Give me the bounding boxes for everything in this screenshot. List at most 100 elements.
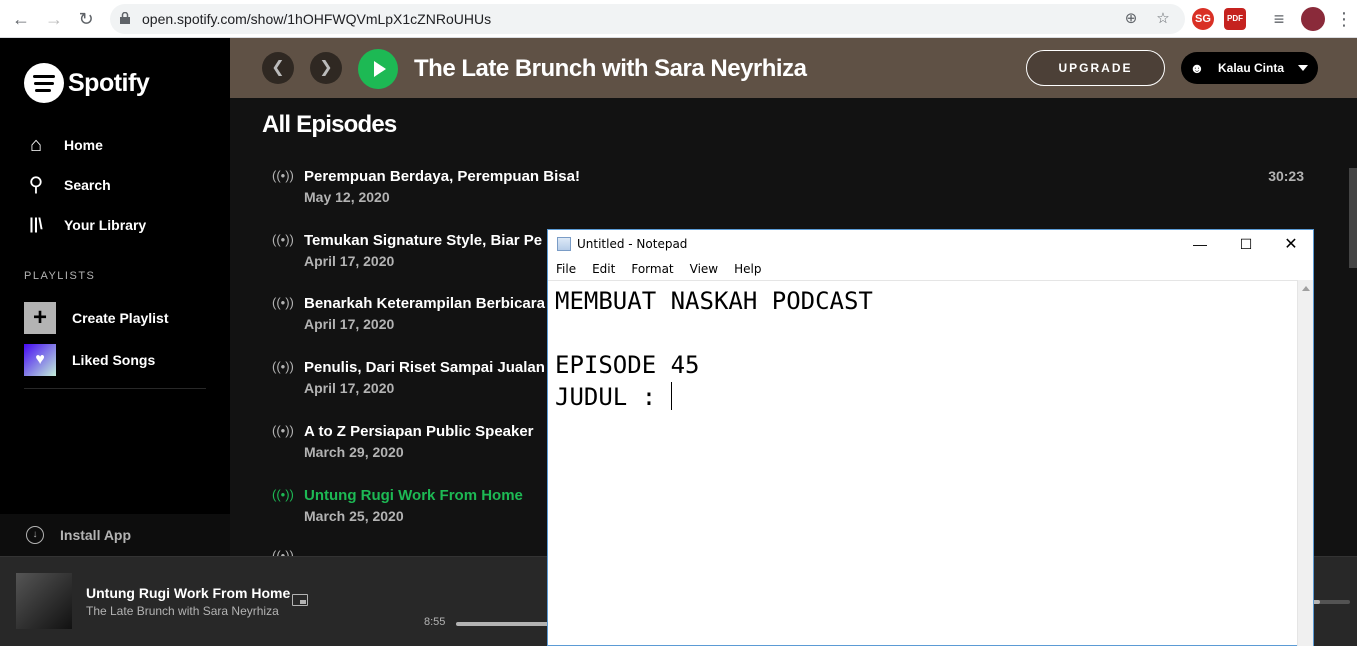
install-plus-icon[interactable]: ⊕ — [1121, 9, 1141, 29]
text-line-current: JUDUL : — [555, 381, 1291, 413]
notepad-app-icon — [557, 237, 571, 251]
nav-home-label: Home — [64, 137, 103, 153]
top-bar: ❮ ❯ The Late Brunch with Sara Neyrhiza U… — [230, 38, 1357, 98]
now-playing-show[interactable]: The Late Brunch with Sara Neyrhiza — [86, 604, 279, 618]
back-button[interactable]: ❮ — [262, 52, 294, 84]
bookmark-star-icon[interactable]: ☆ — [1153, 9, 1173, 29]
nav-library-label: Your Library — [64, 217, 147, 233]
home-icon: ⌂ — [29, 134, 43, 156]
notepad-menubar: File Edit Format View Help — [548, 259, 1313, 279]
user-name: Kalau Cinta — [1218, 61, 1285, 75]
episode-date: May 12, 2020 — [304, 189, 390, 205]
chevron-left-icon: ❮ — [271, 59, 285, 76]
episode-title[interactable]: Benarkah Keterampilan Berbicara — [304, 295, 545, 312]
heart-icon: ♥ — [24, 344, 56, 376]
now-playing-title[interactable]: Untung Rugi Work From Home — [86, 585, 290, 601]
picture-in-picture-icon[interactable] — [292, 594, 308, 606]
media-queue-icon[interactable]: ≡ — [1268, 8, 1290, 30]
menu-format[interactable]: Format — [623, 259, 681, 279]
create-playlist-label: Create Playlist — [72, 310, 169, 326]
episode-duration: 30:23 — [1268, 168, 1304, 184]
spotify-logo[interactable]: Spotify — [24, 63, 150, 103]
broadcast-icon: ((•)) — [272, 232, 294, 247]
playlists-heading: PLAYLISTS — [24, 270, 96, 282]
play-button[interactable] — [358, 49, 398, 89]
episode-date: April 17, 2020 — [304, 380, 395, 396]
text-line: EPISODE 45 — [555, 351, 700, 379]
scrollbar-thumb[interactable] — [1349, 168, 1357, 268]
extension-sg-icon[interactable]: SG — [1192, 8, 1214, 30]
episode-title[interactable]: Temukan Signature Style, Biar Pe — [304, 232, 542, 249]
episode-date: April 17, 2020 — [304, 316, 395, 332]
notepad-scrollbar[interactable] — [1297, 280, 1313, 646]
broadcast-icon: ((•)) — [272, 295, 294, 310]
elapsed-time: 8:55 — [424, 616, 446, 628]
notepad-text-area[interactable]: MEMBUAT NASKAH PODCAST​EPISODE 45 JUDUL : — [548, 280, 1298, 646]
url-text[interactable]: open.spotify.com/show/1hOHFWQVmLpX1cZNRo… — [142, 11, 491, 27]
install-app-button[interactable]: ↓ Install App — [0, 514, 230, 556]
upgrade-button[interactable]: UPGRADE — [1026, 50, 1165, 86]
back-arrow-icon[interactable]: ← — [10, 8, 32, 30]
create-playlist-button[interactable]: + Create Playlist — [24, 302, 169, 334]
close-icon[interactable]: ✕ — [1268, 230, 1314, 259]
reload-icon[interactable]: ↻ — [75, 8, 97, 30]
broadcast-icon: ((•)) — [272, 168, 294, 183]
broadcast-icon: ((•)) — [272, 423, 294, 438]
menu-view[interactable]: View — [682, 259, 726, 279]
forward-button[interactable]: ❯ — [310, 52, 342, 84]
progress-bar[interactable] — [456, 622, 556, 626]
profile-avatar[interactable] — [1301, 7, 1325, 31]
minimize-icon[interactable]: — — [1177, 230, 1223, 259]
chevron-right-icon: ❯ — [319, 59, 333, 76]
notepad-titlebar[interactable]: Untitled - Notepad — ☐ ✕ — [548, 230, 1313, 259]
episode-row[interactable]: ((•)) Perempuan Berdaya, Perempuan Bisa!… — [272, 168, 1312, 228]
liked-songs-button[interactable]: ♥ Liked Songs — [24, 344, 155, 376]
text-line: ​ — [555, 317, 1291, 349]
broadcast-icon: ((•)) — [272, 548, 294, 556]
spotify-logo-icon — [24, 63, 64, 103]
main-scrollbar[interactable] — [1349, 98, 1357, 556]
menu-file[interactable]: File — [548, 259, 584, 279]
show-title: The Late Brunch with Sara Neyrhiza — [414, 55, 807, 82]
sidebar-divider — [24, 388, 206, 389]
scroll-up-arrow-icon[interactable] — [1302, 286, 1310, 291]
nav-your-library[interactable]: ||\ Your Library — [24, 210, 146, 240]
chrome-menu-icon[interactable]: ⋮ — [1333, 8, 1355, 30]
lock-icon — [120, 12, 130, 24]
text-cursor — [670, 382, 673, 410]
library-icon: ||\ — [29, 216, 43, 233]
episode-title[interactable]: A to Z Persiapan Public Speaker — [304, 423, 534, 440]
episode-cover-art[interactable] — [16, 573, 72, 629]
text-line-content: JUDUL : — [555, 383, 671, 411]
episode-title[interactable]: Penulis, Dari Riset Sampai Jualan — [304, 359, 545, 376]
broadcast-icon: ((•)) — [272, 359, 294, 374]
episode-title[interactable]: Untung Rugi Work From Home — [304, 487, 523, 504]
episode-date: April 17, 2020 — [304, 253, 395, 269]
episode-title[interactable]: Perempuan Berdaya, Perempuan Bisa! — [304, 168, 580, 185]
caret-down-icon — [1298, 65, 1309, 71]
sidebar: Spotify ⌂ Home ⚲ Search ||\ Your Library… — [0, 38, 230, 556]
notepad-window-title: Untitled - Notepad — [577, 237, 688, 251]
spotify-logo-text: Spotify — [68, 68, 150, 97]
section-title: All Episodes — [262, 111, 397, 138]
episode-date: March 29, 2020 — [304, 444, 404, 460]
nav-home[interactable]: ⌂ Home — [24, 130, 103, 160]
menu-help[interactable]: Help — [726, 259, 769, 279]
nav-search[interactable]: ⚲ Search — [24, 170, 111, 200]
broadcast-icon: ((•)) — [272, 487, 294, 502]
forward-arrow-icon[interactable]: → — [43, 8, 65, 30]
search-icon: ⚲ — [28, 174, 44, 196]
nav-search-label: Search — [64, 177, 111, 193]
plus-icon: + — [24, 302, 56, 334]
extension-pdf-icon[interactable]: PDF — [1224, 8, 1246, 30]
user-menu-button[interactable]: ☻ Kalau Cinta — [1181, 52, 1318, 84]
address-bar[interactable]: open.spotify.com/show/1hOHFWQVmLpX1cZNRo… — [110, 4, 1185, 34]
menu-edit[interactable]: Edit — [584, 259, 623, 279]
text-line: MEMBUAT NASKAH PODCAST — [555, 287, 873, 315]
liked-songs-label: Liked Songs — [72, 352, 156, 368]
notepad-window: Untitled - Notepad — ☐ ✕ File Edit Forma… — [547, 229, 1314, 646]
user-avatar-icon: ☻ — [1189, 60, 1205, 76]
download-icon: ↓ — [26, 526, 44, 544]
maximize-icon[interactable]: ☐ — [1223, 230, 1269, 259]
install-app-label: Install App — [60, 527, 132, 543]
